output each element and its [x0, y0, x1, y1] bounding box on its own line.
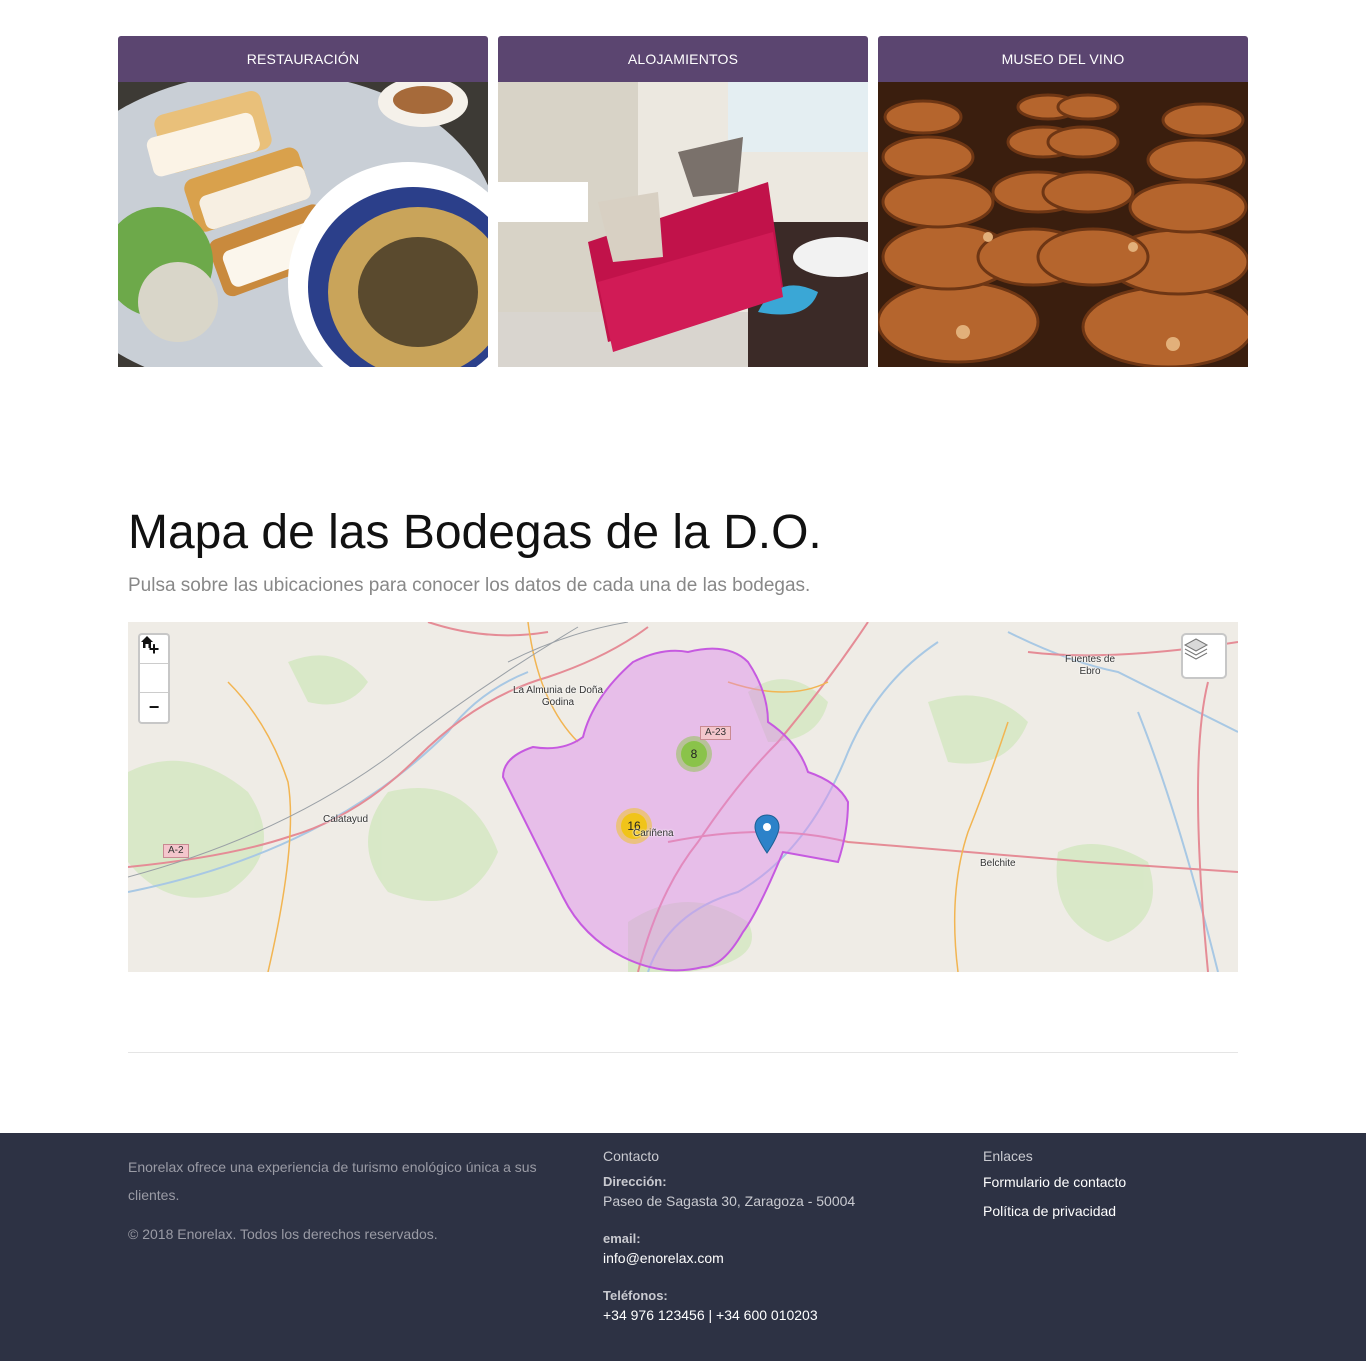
- restauracion-image[interactable]: [118, 82, 488, 367]
- privacy-policy-link[interactable]: Política de privacidad: [983, 1203, 1243, 1219]
- address-label: Dirección:: [603, 1174, 667, 1189]
- footer-copyright: © 2018 Enorelax. Todos los derechos rese…: [128, 1226, 438, 1242]
- card-museo-del-vino[interactable]: MUSEO DEL VINO: [878, 36, 1248, 367]
- cluster-marker[interactable]: 8: [676, 736, 712, 772]
- email-link[interactable]: info@enorelax.com: [603, 1250, 923, 1266]
- card-title[interactable]: ALOJAMIENTOS: [498, 36, 868, 82]
- zoom-control: + −: [138, 633, 170, 724]
- footer-links: Enlaces Formulario de contacto Política …: [983, 1148, 1243, 1232]
- phone-value: +34 976 123456 | +34 600 010203: [603, 1307, 818, 1323]
- museo-del-vino-image[interactable]: [878, 82, 1248, 367]
- zoom-out-button[interactable]: −: [140, 693, 168, 722]
- footer-contact: Contacto Dirección: Paseo de Sagasta 30,…: [603, 1148, 923, 1345]
- card-title[interactable]: RESTAURACIÓN: [118, 36, 488, 82]
- card-alojamientos[interactable]: ALOJAMIENTOS: [498, 36, 868, 367]
- map-title: Mapa de las Bodegas de la D.O.: [128, 506, 822, 559]
- address-value: Paseo de Sagasta 30, Zaragoza - 50004: [603, 1193, 856, 1209]
- place-label: Fuentes de Ebro: [1064, 654, 1116, 677]
- map-pin-marker[interactable]: [754, 814, 780, 854]
- alojamientos-image[interactable]: [498, 82, 868, 367]
- contact-heading: Contacto: [603, 1148, 660, 1164]
- place-label: Calatayud: [323, 814, 369, 825]
- site-footer: Enorelax ofrece una experiencia de turis…: [0, 1133, 1366, 1361]
- home-button[interactable]: [140, 636, 168, 693]
- section-divider: [128, 1052, 1238, 1053]
- cluster-count: 8: [681, 741, 707, 767]
- place-label: La Almunia de Doña Godina: [512, 685, 604, 708]
- contact-form-link[interactable]: Formulario de contacto: [983, 1174, 1243, 1190]
- home-icon: [141, 636, 153, 648]
- place-label: Cariñena: [633, 828, 674, 839]
- footer-about: Enorelax ofrece una experiencia de turis…: [128, 1159, 537, 1203]
- map-subtitle: Pulsa sobre las ubicaciones para conocer…: [128, 575, 811, 596]
- wineries-map[interactable]: + − 8 16 La Almunia de Doña Godina Calat…: [128, 622, 1238, 972]
- card-restauracion[interactable]: RESTAURACIÓN: [118, 36, 488, 367]
- layers-button[interactable]: [1181, 633, 1227, 679]
- card-title[interactable]: MUSEO DEL VINO: [878, 36, 1248, 82]
- links-heading: Enlaces: [983, 1148, 1033, 1164]
- category-cards: RESTAURACIÓN ALOJAMIENTOS MUSEO DEL VINO: [118, 36, 1248, 367]
- road-sign: A-23: [700, 726, 732, 740]
- layers-icon: [1183, 638, 1209, 660]
- place-label: Belchite: [980, 858, 1016, 869]
- phone-label: Teléfonos:: [603, 1288, 668, 1303]
- road-sign: A-2: [163, 844, 189, 858]
- email-label: email:: [603, 1231, 641, 1246]
